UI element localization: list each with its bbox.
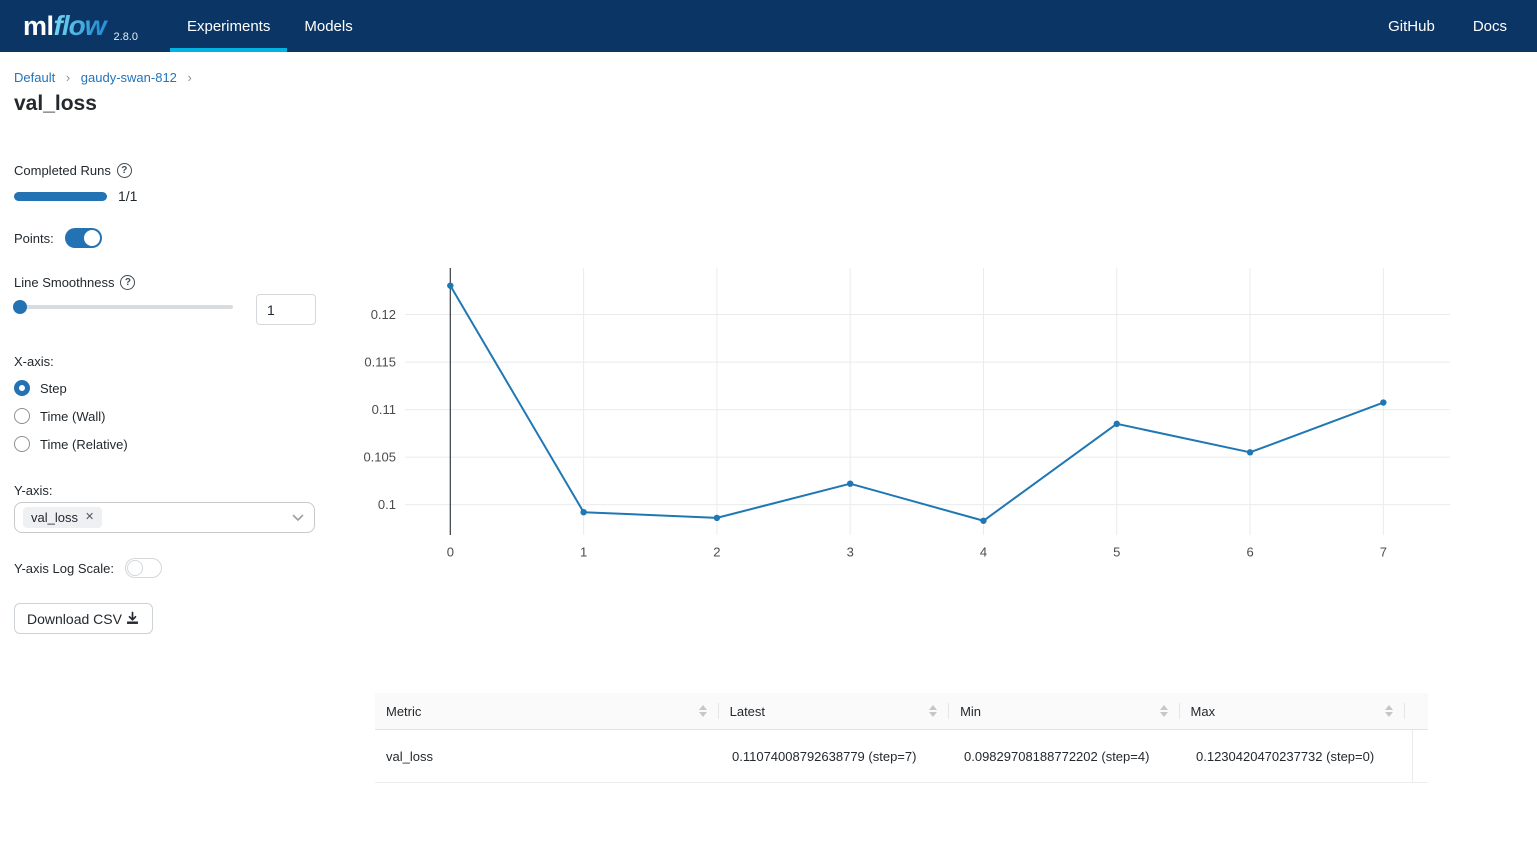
- log-scale-toggle[interactable]: [125, 558, 162, 578]
- breadcrumb-link-default[interactable]: Default: [14, 70, 55, 85]
- radio-label: Time (Relative): [40, 437, 128, 452]
- svg-text:6: 6: [1246, 545, 1253, 560]
- svg-text:0.11: 0.11: [372, 402, 396, 417]
- radio-selected-icon: [14, 380, 30, 396]
- y-axis-selected-tag: val_loss ✕: [23, 507, 102, 528]
- completed-runs-count: 1/1: [118, 188, 137, 204]
- sort-icon[interactable]: [1160, 705, 1168, 717]
- tab-experiments[interactable]: Experiments: [170, 0, 287, 52]
- column-header-min[interactable]: Min: [949, 693, 1179, 729]
- radio-label: Step: [40, 381, 67, 396]
- help-icon[interactable]: [120, 275, 135, 290]
- cell-min: 0.09829708188772202 (step=4): [953, 730, 1185, 782]
- breadcrumb: Default › gaudy-swan-812 ›: [14, 70, 199, 85]
- svg-text:3: 3: [847, 545, 854, 560]
- column-header-label: Latest: [730, 704, 929, 719]
- line-smoothness-input[interactable]: [256, 294, 316, 325]
- mlflow-logo[interactable]: mlflow 2.8.0: [0, 0, 138, 52]
- table-header-row: Metric Latest Min Max: [375, 693, 1428, 730]
- line-smoothness-group: Line Smoothness: [14, 275, 135, 290]
- column-header-label: Min: [960, 704, 1159, 719]
- column-header-latest[interactable]: Latest: [719, 693, 949, 729]
- svg-text:0.105: 0.105: [363, 450, 396, 465]
- column-header-max[interactable]: Max: [1180, 693, 1405, 729]
- line-smoothness-slider[interactable]: [14, 305, 233, 309]
- column-header-metric[interactable]: Metric: [375, 693, 719, 729]
- svg-text:0: 0: [447, 545, 454, 560]
- x-axis-option-time-wall[interactable]: Time (Wall): [14, 402, 128, 430]
- sort-icon[interactable]: [929, 705, 937, 717]
- svg-text:1: 1: [580, 545, 587, 560]
- cell-max: 0.1230420470237732 (step=0): [1185, 730, 1412, 782]
- svg-text:0.115: 0.115: [364, 355, 396, 370]
- svg-text:7: 7: [1380, 545, 1387, 560]
- x-axis-group: X-axis: Step Time (Wall) Time (Relative): [14, 354, 128, 458]
- completed-runs-label: Completed Runs: [14, 163, 111, 178]
- radio-unselected-icon: [14, 436, 30, 452]
- download-csv-button[interactable]: Download CSV: [14, 603, 153, 634]
- cell-metric: val_loss: [375, 730, 721, 782]
- tab-models-label: Models: [304, 18, 352, 35]
- remove-tag-icon[interactable]: ✕: [85, 512, 94, 523]
- mlflow-metric-page: mlflow 2.8.0 Experiments Models GitHub D…: [0, 0, 1537, 842]
- points-label: Points:: [14, 231, 54, 246]
- x-axis-option-step[interactable]: Step: [14, 374, 128, 402]
- sort-icon[interactable]: [1385, 705, 1393, 717]
- chevron-down-icon: [292, 514, 304, 522]
- download-icon: [125, 611, 140, 626]
- sort-icon[interactable]: [699, 705, 707, 717]
- completed-runs-group: Completed Runs 1/1: [14, 163, 137, 204]
- y-axis-label: Y-axis:: [14, 483, 53, 498]
- breadcrumb-chevron-icon: ›: [188, 70, 192, 85]
- page-title: val_loss: [14, 92, 97, 116]
- header-scrollbar-gutter: [1405, 693, 1428, 729]
- nav-tabs: Experiments Models: [170, 0, 370, 52]
- completed-runs-progress-bar: [14, 192, 107, 201]
- metric-summary-table: Metric Latest Min Max val_loss0.11074008792…: [375, 693, 1428, 783]
- toggle-knob: [127, 560, 143, 576]
- row-scrollbar-gutter: [1412, 730, 1428, 782]
- points-control: Points:: [14, 228, 102, 248]
- y-axis-group: Y-axis: val_loss ✕: [14, 483, 53, 498]
- points-toggle[interactable]: [65, 228, 102, 248]
- slider-handle[interactable]: [13, 300, 27, 314]
- toggle-knob: [84, 230, 100, 246]
- download-csv-label: Download CSV: [27, 611, 122, 627]
- nav-links: GitHub Docs: [1388, 0, 1507, 52]
- table-row: val_loss0.11074008792638779 (step=7)0.09…: [375, 730, 1428, 783]
- y-axis-select[interactable]: val_loss ✕: [14, 502, 315, 533]
- radio-unselected-icon: [14, 408, 30, 424]
- line-chart-svg[interactable]: 0.12 0.115 0.11 0.105 0.1 0 1 2 3 4 5 6 7: [360, 263, 1470, 563]
- radio-label: Time (Wall): [40, 409, 105, 424]
- tag-label: val_loss: [31, 510, 78, 525]
- nav-link-docs[interactable]: Docs: [1473, 18, 1507, 35]
- cell-latest: 0.11074008792638779 (step=7): [721, 730, 953, 782]
- log-scale-control: Y-axis Log Scale:: [14, 558, 162, 578]
- tab-models[interactable]: Models: [287, 0, 369, 52]
- table-body: val_loss0.11074008792638779 (step=7)0.09…: [375, 730, 1428, 783]
- svg-text:4: 4: [980, 545, 987, 560]
- version-label: 2.8.0: [114, 31, 138, 43]
- column-header-label: Max: [1191, 704, 1385, 719]
- x-axis-label: X-axis:: [14, 354, 128, 369]
- column-header-label: Metric: [386, 704, 699, 719]
- logo-ml-text: ml: [23, 11, 54, 42]
- tab-experiments-label: Experiments: [187, 18, 270, 35]
- breadcrumb-chevron-icon: ›: [66, 70, 70, 85]
- svg-text:2: 2: [713, 545, 720, 560]
- help-icon[interactable]: [117, 163, 132, 178]
- svg-text:0.1: 0.1: [378, 497, 396, 512]
- metric-chart[interactable]: 0.12 0.115 0.11 0.105 0.1 0 1 2 3 4 5 6 7: [360, 263, 1470, 563]
- nav-link-github[interactable]: GitHub: [1388, 18, 1435, 35]
- log-scale-label: Y-axis Log Scale:: [14, 561, 114, 576]
- top-navbar: mlflow 2.8.0 Experiments Models GitHub D…: [0, 0, 1537, 52]
- x-axis-option-time-relative[interactable]: Time (Relative): [14, 430, 128, 458]
- line-smoothness-label: Line Smoothness: [14, 275, 114, 290]
- svg-text:5: 5: [1113, 545, 1120, 560]
- svg-text:0.12: 0.12: [371, 307, 396, 322]
- breadcrumb-link-run[interactable]: gaudy-swan-812: [81, 70, 177, 85]
- logo-flow-text: flow: [54, 10, 110, 42]
